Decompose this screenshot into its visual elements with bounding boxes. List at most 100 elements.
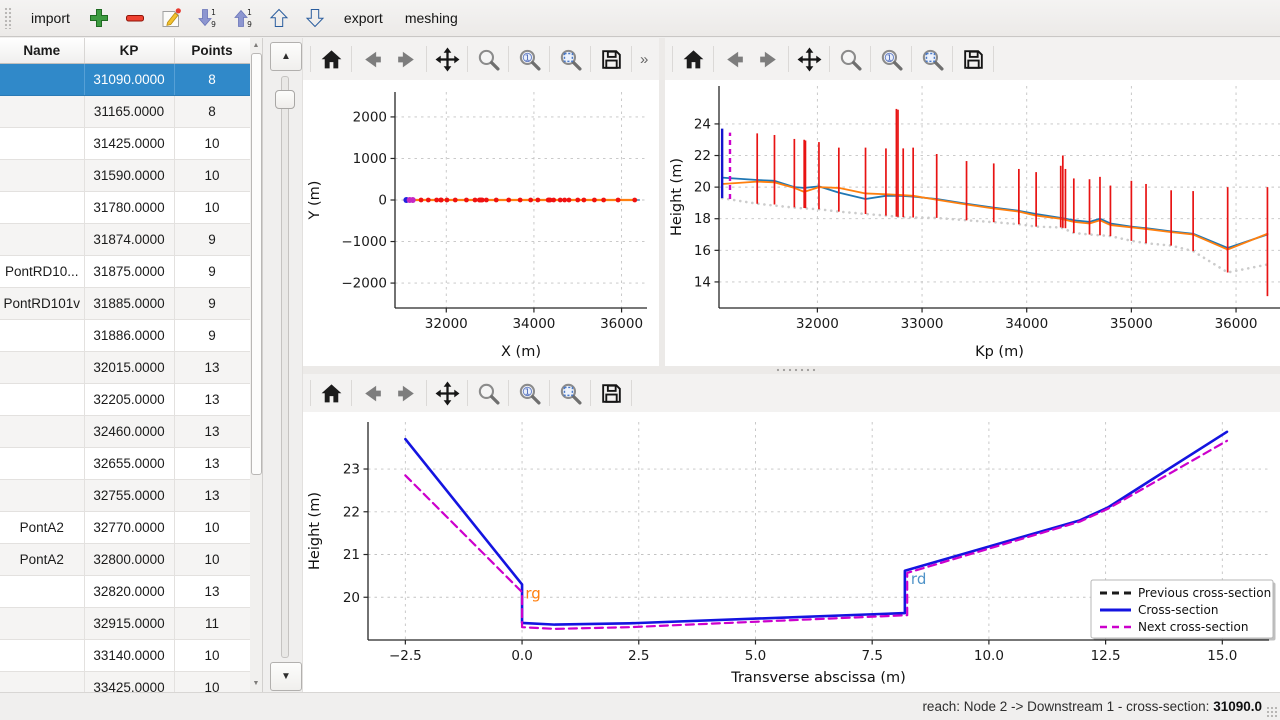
pan-button[interactable] (430, 43, 464, 75)
cell-name[interactable] (0, 608, 84, 640)
table-row[interactable]: PontRD101v31885.00009 (0, 288, 250, 320)
table-row[interactable]: 31425.000010 (0, 128, 250, 160)
table-row[interactable]: 31874.00009 (0, 224, 250, 256)
zoom-original-button[interactable] (874, 43, 908, 75)
cell-points[interactable]: 9 (174, 256, 250, 288)
table-row[interactable]: 32655.000013 (0, 448, 250, 480)
cell-kp[interactable]: 31590.0000 (84, 160, 174, 192)
back-button[interactable] (355, 43, 389, 75)
scrollbar-thumb[interactable] (251, 53, 262, 475)
cell-points[interactable]: 10 (174, 192, 250, 224)
cell-kp[interactable]: 31886.0000 (84, 320, 174, 352)
cell-kp[interactable]: 32755.0000 (84, 480, 174, 512)
table-row[interactable]: 31886.00009 (0, 320, 250, 352)
cell-name[interactable] (0, 224, 84, 256)
cell-name[interactable] (0, 672, 84, 693)
scrollbar-up-button[interactable]: ▲ (250, 39, 262, 52)
column-header-kp[interactable]: KP (84, 38, 174, 64)
move-down-button[interactable] (299, 3, 331, 33)
cell-kp[interactable]: 32915.0000 (84, 608, 174, 640)
cell-kp[interactable]: 32015.0000 (84, 352, 174, 384)
cell-points[interactable]: 13 (174, 448, 250, 480)
cell-kp[interactable]: 31425.0000 (84, 128, 174, 160)
cell-name[interactable] (0, 192, 84, 224)
home-button[interactable] (314, 377, 348, 409)
export-button[interactable]: export (335, 6, 392, 30)
cell-kp[interactable]: 31780.0000 (84, 192, 174, 224)
cell-points[interactable]: 10 (174, 128, 250, 160)
forward-button[interactable] (751, 43, 785, 75)
edit-cross-section-button[interactable] (155, 3, 187, 33)
cell-points[interactable]: 13 (174, 480, 250, 512)
table-row[interactable]: 31780.000010 (0, 192, 250, 224)
table-row[interactable]: 31590.000010 (0, 160, 250, 192)
cell-name[interactable]: PontA2 (0, 512, 84, 544)
forward-button[interactable] (389, 377, 423, 409)
cell-points[interactable]: 10 (174, 544, 250, 576)
cell-name[interactable] (0, 160, 84, 192)
cell-name[interactable] (0, 480, 84, 512)
cell-name[interactable] (0, 576, 84, 608)
add-cross-section-button[interactable] (83, 3, 115, 33)
zoom-fit-button[interactable] (553, 43, 587, 75)
import-button[interactable]: import (22, 6, 79, 30)
cross-section-slider[interactable] (281, 76, 289, 658)
cell-name[interactable] (0, 64, 84, 96)
save-button[interactable] (594, 43, 628, 75)
toolbar-overflow-button[interactable]: » (635, 51, 653, 68)
cell-points[interactable]: 11 (174, 608, 250, 640)
table-row[interactable]: 32755.000013 (0, 480, 250, 512)
table-row[interactable]: PontRD10...31875.00009 (0, 256, 250, 288)
table-row[interactable]: 32015.000013 (0, 352, 250, 384)
cell-kp[interactable]: 32770.0000 (84, 512, 174, 544)
forward-button[interactable] (389, 43, 423, 75)
cell-points[interactable]: 10 (174, 512, 250, 544)
cell-name[interactable] (0, 384, 84, 416)
column-header-name[interactable]: Name (0, 38, 84, 64)
cell-points[interactable]: 9 (174, 224, 250, 256)
table-row[interactable]: 32915.000011 (0, 608, 250, 640)
table-row[interactable]: 31090.00008 (0, 64, 250, 96)
cell-name[interactable]: PontRD101v (0, 288, 84, 320)
back-button[interactable] (355, 377, 389, 409)
cell-name[interactable] (0, 320, 84, 352)
cell-points[interactable]: 10 (174, 672, 250, 693)
cell-kp[interactable]: 32460.0000 (84, 416, 174, 448)
toolbar-grip[interactable] (4, 7, 12, 29)
cell-name[interactable]: PontA2 (0, 544, 84, 576)
zoom-button[interactable] (833, 43, 867, 75)
zoom-fit-button[interactable] (553, 377, 587, 409)
column-header-points[interactable]: Points (174, 38, 250, 64)
cell-points[interactable]: 13 (174, 352, 250, 384)
cell-kp[interactable]: 32655.0000 (84, 448, 174, 480)
move-up-button[interactable] (263, 3, 295, 33)
cell-name[interactable]: PontRD10... (0, 256, 84, 288)
remove-cross-section-button[interactable] (119, 3, 151, 33)
horizontal-splitter[interactable] (303, 366, 1280, 374)
table-row[interactable]: 32820.000013 (0, 576, 250, 608)
cell-kp[interactable]: 32820.0000 (84, 576, 174, 608)
cell-points[interactable]: 13 (174, 416, 250, 448)
sort-descending-button[interactable]: 1 9 (191, 3, 223, 33)
zoom-fit-button[interactable] (915, 43, 949, 75)
cell-points[interactable]: 13 (174, 576, 250, 608)
previous-cross-section-button[interactable]: ▲ (270, 42, 302, 71)
cell-points[interactable]: 8 (174, 96, 250, 128)
table-row[interactable]: 32460.000013 (0, 416, 250, 448)
table-row[interactable]: 32205.000013 (0, 384, 250, 416)
home-button[interactable] (314, 43, 348, 75)
cell-points[interactable]: 9 (174, 288, 250, 320)
cell-name[interactable] (0, 96, 84, 128)
cell-points[interactable]: 10 (174, 640, 250, 672)
table-row[interactable]: PontA232770.000010 (0, 512, 250, 544)
table-scrollbar[interactable]: ▲ ▼ (250, 38, 263, 692)
cell-kp[interactable]: 31874.0000 (84, 224, 174, 256)
table-row[interactable]: 33425.000010 (0, 672, 250, 693)
cell-name[interactable] (0, 352, 84, 384)
table-row[interactable]: 33140.000010 (0, 640, 250, 672)
zoom-original-button[interactable] (512, 377, 546, 409)
cell-points[interactable]: 8 (174, 64, 250, 96)
table-row[interactable]: PontA232800.000010 (0, 544, 250, 576)
cross-section-slider-handle[interactable] (275, 90, 295, 109)
cell-kp[interactable]: 32800.0000 (84, 544, 174, 576)
